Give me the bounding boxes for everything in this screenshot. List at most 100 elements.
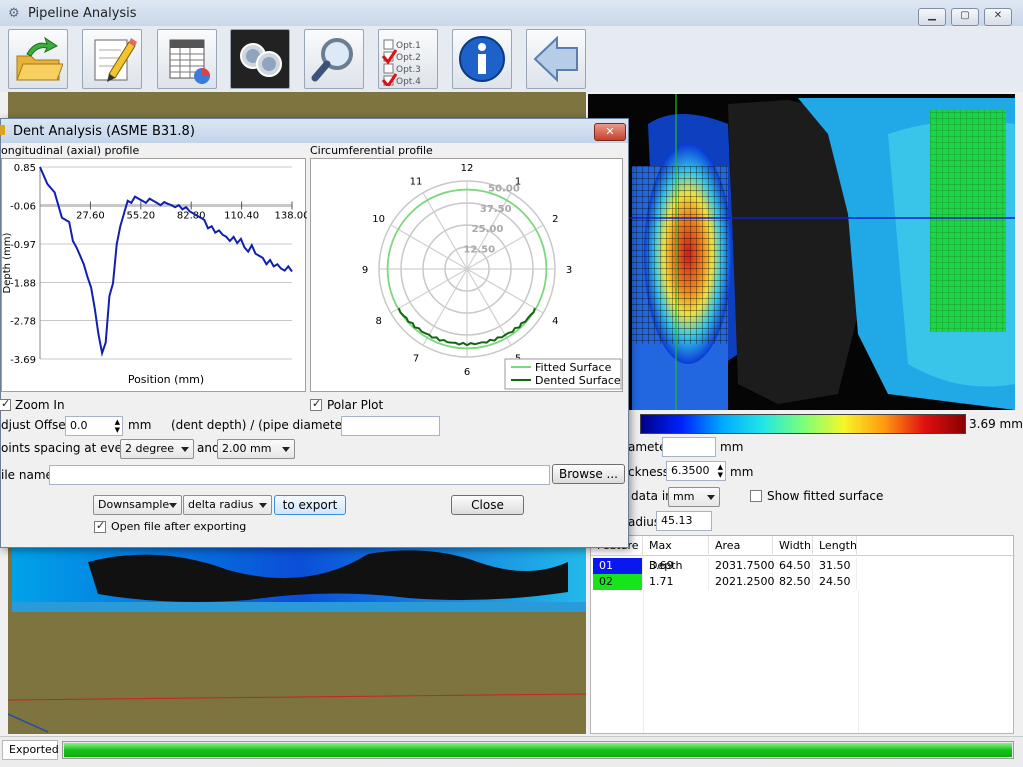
zoom-button[interactable] xyxy=(304,29,364,89)
dialog-title-bar: Dent Analysis (ASME B31.8) ✕ xyxy=(0,119,628,143)
points-spacing-label: oints spacing at every xyxy=(1,441,135,455)
options-checklist-icon: Opt.1 Opt.2 Opt.3 Opt.4 xyxy=(381,39,421,86)
ratio-field[interactable] xyxy=(341,416,440,436)
angle-label: 3 xyxy=(566,265,572,276)
circumferential-chart: 12123456789101112.5025.0037.5050.00Fitte… xyxy=(362,163,622,390)
back-button[interactable] xyxy=(526,29,586,89)
opt2-label: Opt.2 xyxy=(396,53,421,63)
chevron-down-icon xyxy=(282,447,290,452)
chevron-down-icon xyxy=(259,503,267,508)
x-tick-label: 138.00 xyxy=(275,210,308,221)
length-cell: 31.50 xyxy=(813,558,857,574)
chevron-down-icon xyxy=(169,503,177,508)
open-after-export-checkbox[interactable] xyxy=(94,519,106,533)
dialog-title: Dent Analysis (ASME B31.8) xyxy=(13,124,195,139)
x-tick-label: 55.20 xyxy=(126,210,155,221)
angle-label: 7 xyxy=(413,353,419,364)
maximize-button[interactable]: ▢ xyxy=(951,8,979,26)
binoculars-icon xyxy=(240,43,282,77)
opt3-label: Opt.3 xyxy=(396,65,421,75)
col-header-filler xyxy=(857,536,1015,556)
thickness-unit: mm xyxy=(730,465,754,479)
width-cell: 64.50 xyxy=(773,558,813,574)
downsample-select[interactable]: Downsample xyxy=(93,495,182,515)
adjust-offset-spinner[interactable]: ▲ ▼ xyxy=(115,418,120,434)
y-tick-label: -3.69 xyxy=(10,355,36,366)
open-button[interactable] xyxy=(8,29,68,89)
spreadsheet-icon xyxy=(169,39,210,84)
show-fitted-label: Show fitted surface xyxy=(767,489,884,503)
y-tick-label: -0.97 xyxy=(10,240,36,251)
heatmap-render xyxy=(588,94,1015,410)
browse-button[interactable]: Browse ... xyxy=(552,464,625,484)
adjust-offset-field[interactable]: 0.0 ▲ ▼ xyxy=(65,416,123,436)
radial-tick-label: 50.00 xyxy=(488,183,520,194)
delta-radius-select[interactable]: delta radius xyxy=(183,495,272,515)
feature-id-cell: 02 xyxy=(593,574,643,590)
legend: Fitted SurfaceDented Surface xyxy=(504,358,622,390)
spacing-degree-select[interactable]: 2 degree xyxy=(120,439,194,459)
downsample-value: Downsample xyxy=(98,498,170,511)
x-axis-label: Position (mm) xyxy=(128,373,204,386)
colorbar xyxy=(640,414,966,434)
ratio-label: (dent depth) / (pipe diameter) = xyxy=(171,418,366,432)
polar-spoke xyxy=(422,268,468,346)
table-row[interactable]: 01 3.69 2031.7500 64.50 31.50 xyxy=(591,558,1015,574)
info-button[interactable] xyxy=(452,29,512,89)
to-export-button[interactable]: to export xyxy=(274,495,346,515)
zoom-in-label: Zoom In xyxy=(15,398,65,412)
angle-label: 12 xyxy=(461,163,474,174)
info-icon xyxy=(459,36,505,82)
minimize-button[interactable]: ▁ xyxy=(918,8,946,26)
show-fitted-checkbox[interactable] xyxy=(750,490,762,502)
diameter-field[interactable] xyxy=(662,437,716,457)
back-arrow-icon xyxy=(533,35,578,83)
thickness-value: 6.3500 xyxy=(671,464,710,477)
spacing-mm-select[interactable]: 2.00 mm xyxy=(217,439,295,459)
polar-spoke xyxy=(466,268,512,346)
polar-spoke xyxy=(390,224,468,270)
title-bar: ⚙ Pipeline Analysis ▁ ▢ ✕ xyxy=(0,0,1023,27)
file-name-field[interactable] xyxy=(49,465,550,485)
dialog-close-button[interactable]: ✕ xyxy=(594,123,626,141)
area-cell: 2031.7500 xyxy=(709,558,775,574)
edit-button[interactable] xyxy=(82,29,142,89)
radius-field[interactable]: 45.13 xyxy=(656,511,712,531)
angle-label: 9 xyxy=(362,265,368,276)
app-icon: ⚙ xyxy=(8,6,20,21)
heatmap-view[interactable] xyxy=(588,94,1015,410)
y-axis-label: Depth (mm) xyxy=(2,232,13,293)
adjust-offset-value: 0.0 xyxy=(70,419,88,432)
y-tick-label: -2.78 xyxy=(10,317,36,328)
angle-label: 8 xyxy=(375,316,381,327)
data-in-select[interactable]: mm xyxy=(668,487,720,507)
dialog-app-icon xyxy=(0,125,5,135)
close-button[interactable]: Close xyxy=(451,495,524,515)
polar-plot-checkbox[interactable] xyxy=(310,397,322,411)
col-header-max-depth[interactable]: Max Depth xyxy=(643,536,709,572)
angle-label: 11 xyxy=(410,177,423,188)
col-header-length[interactable]: Length xyxy=(813,536,857,556)
features-table[interactable]: Feature Max Depth Area Width Length 01 3… xyxy=(590,535,1015,734)
inspect-button[interactable] xyxy=(230,29,290,89)
angle-label: 6 xyxy=(464,367,470,378)
thickness-label: ckness xyxy=(628,465,670,479)
table-row[interactable]: 02 1.71 2021.2500 82.50 24.50 xyxy=(591,574,1015,590)
angle-label: 10 xyxy=(372,214,385,225)
width-cell: 82.50 xyxy=(773,574,813,590)
close-window-button[interactable]: ✕ xyxy=(984,8,1012,26)
col-header-area[interactable]: Area xyxy=(709,536,773,556)
polar-plot-label: Polar Plot xyxy=(327,398,384,412)
col-header-width[interactable]: Width xyxy=(773,536,813,556)
x-tick-label: 27.60 xyxy=(76,210,105,221)
legend-label-dented: Dented Surface xyxy=(535,374,621,387)
chevron-down-icon xyxy=(707,495,715,500)
feature-id-cell: 01 xyxy=(593,558,643,574)
options-button[interactable]: Opt.1 Opt.2 Opt.3 Opt.4 xyxy=(378,29,438,89)
zoom-in-checkbox[interactable] xyxy=(0,397,11,411)
report-button[interactable] xyxy=(157,29,217,89)
max-depth-cell: 3.69 xyxy=(643,558,709,574)
thickness-spinner[interactable]: ▲ ▼ xyxy=(718,463,723,479)
thickness-field[interactable]: 6.3500 ▲ ▼ xyxy=(666,461,726,481)
delta-radius-value: delta radius xyxy=(188,498,254,511)
